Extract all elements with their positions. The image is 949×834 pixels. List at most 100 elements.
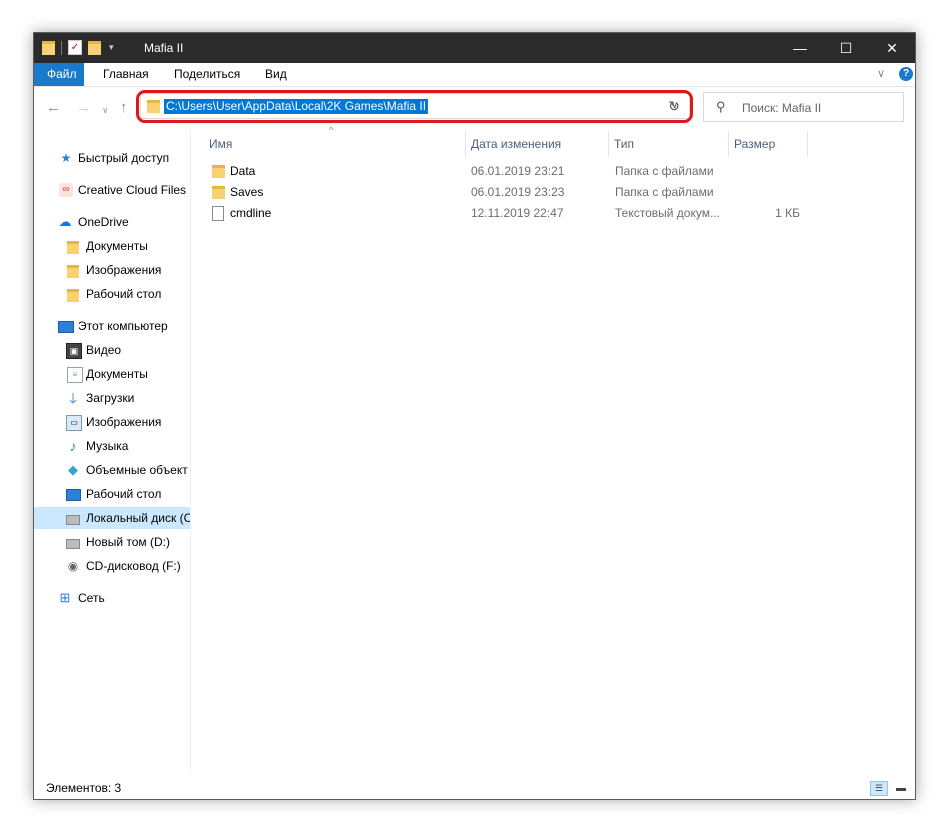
file-row-saves[interactable]: Saves 06.01.2019 23:23 Папка с файлами xyxy=(204,182,824,203)
folder-icon xyxy=(67,241,79,254)
separator xyxy=(61,40,62,55)
large-icons-view-icon[interactable]: ▬ xyxy=(892,781,910,796)
drive-icon xyxy=(66,515,80,525)
tab-view[interactable]: Вид xyxy=(253,63,299,86)
sidebar-item-onedrive-documents[interactable]: Документы xyxy=(34,235,190,257)
new-folder-icon[interactable] xyxy=(88,40,101,55)
documents-icon: ≡ xyxy=(67,367,83,383)
sidebar-item-this-pc[interactable]: Этот компьютер xyxy=(34,315,190,337)
tab-file[interactable]: Файл xyxy=(34,63,84,86)
sidebar-item-label: Видео xyxy=(86,343,122,357)
sidebar-item-network[interactable]: ⊞ Сеть xyxy=(34,587,190,609)
search-box[interactable]: ⚲ Поиск: Mafia II xyxy=(703,92,904,122)
folder-icon xyxy=(67,289,79,302)
pictures-icon: ▭ xyxy=(66,415,82,431)
sidebar-item-label: Рабочий стол xyxy=(86,487,162,501)
back-arrow-icon[interactable]: ← xyxy=(46,99,61,116)
folder-icon xyxy=(147,100,160,113)
sidebar-item-label: Локальный диск (C xyxy=(86,511,190,525)
drive-icon xyxy=(66,539,80,549)
sidebar-item-label: Рабочий стол xyxy=(86,287,162,301)
file-type: Папка с файлами xyxy=(615,185,714,199)
chevron-down-icon[interactable]: ▾ xyxy=(109,42,114,53)
sidebar-item-label: Сеть xyxy=(78,591,105,605)
sidebar-item-creative-cloud[interactable]: ∞ Creative Cloud Files xyxy=(34,179,190,201)
sidebar-item-onedrive-pictures[interactable]: Изображения xyxy=(34,259,190,281)
folder-icon[interactable] xyxy=(42,40,55,55)
sidebar-item-label: Быстрый доступ xyxy=(78,151,170,165)
download-icon: 🡓 xyxy=(69,390,77,406)
sidebar-item-volume-d[interactable]: Новый том (D:) xyxy=(34,531,190,553)
refresh-icon: ↻ xyxy=(668,98,680,114)
network-icon: ⊞ xyxy=(59,590,71,605)
sidebar-item-documents[interactable]: ≡ Документы xyxy=(34,363,190,385)
tab-home[interactable]: Главная xyxy=(91,63,161,86)
address-path[interactable]: C:\Users\User\AppData\Local\2K Games\Maf… xyxy=(164,99,429,114)
address-bar[interactable]: C:\Users\User\AppData\Local\2K Games\Maf… xyxy=(140,93,691,119)
sidebar-item-cd-drive-f[interactable]: ◉ CD-дисковод (F:) xyxy=(34,555,190,577)
up-arrow-icon[interactable]: ↑ xyxy=(120,99,128,116)
sidebar-item-label: Изображения xyxy=(86,263,162,277)
help-icon[interactable]: ? xyxy=(899,67,913,81)
sidebar-item-pictures[interactable]: ▭ Изображения xyxy=(34,411,190,433)
column-header-type[interactable]: Тип xyxy=(609,131,729,157)
music-icon: ♪ xyxy=(69,438,77,454)
forward-arrow-icon[interactable]: → xyxy=(76,99,91,116)
file-name: Data xyxy=(230,164,256,178)
cloud-icon: ☁ xyxy=(58,214,72,229)
minimize-icon: — xyxy=(793,40,807,56)
file-date: 06.01.2019 23:23 xyxy=(471,185,565,199)
folder-icon xyxy=(67,265,79,278)
sidebar-item-label: CD-дисковод (F:) xyxy=(86,559,181,573)
column-header-date[interactable]: Дата изменения xyxy=(466,131,609,157)
sidebar-item-quick-access[interactable]: ★ Быстрый доступ xyxy=(34,147,190,169)
3d-objects-icon: ◆ xyxy=(68,462,78,477)
properties-icon[interactable]: ✓ xyxy=(68,40,82,55)
sidebar-item-desktop[interactable]: Рабочий стол xyxy=(34,483,190,505)
column-header-name[interactable]: Имя xyxy=(204,131,466,157)
close-button[interactable]: ✕ xyxy=(869,33,915,63)
column-header-size[interactable]: Размер xyxy=(729,131,808,157)
computer-icon xyxy=(58,321,74,333)
file-row-cmdline[interactable]: cmdline 12.11.2019 22:47 Текстовый докум… xyxy=(204,203,824,224)
desktop-icon xyxy=(66,489,81,501)
item-count: Элементов: 3 xyxy=(46,781,122,795)
file-type: Текстовый докум... xyxy=(615,206,720,220)
search-placeholder: Поиск: Mafia II xyxy=(742,101,822,115)
sidebar-item-onedrive[interactable]: ☁ OneDrive xyxy=(34,211,190,233)
sidebar-item-label: OneDrive xyxy=(78,215,129,229)
ribbon-tabs: Файл Главная Поделиться Вид ∨ ? xyxy=(34,63,915,87)
star-icon: ★ xyxy=(60,151,72,165)
quick-access-toolbar: ✓ ▾ xyxy=(42,40,122,55)
tab-share[interactable]: Поделиться xyxy=(162,63,252,86)
details-view-icon[interactable]: ☰ xyxy=(870,781,888,796)
sidebar-item-3d-objects[interactable]: ◆ Объемные объект xyxy=(34,459,190,481)
sidebar-item-label: Изображения xyxy=(86,415,162,429)
search-icon: ⚲ xyxy=(716,99,726,114)
file-size: 1 КБ xyxy=(775,206,800,220)
close-icon: ✕ xyxy=(886,40,898,56)
sidebar-item-music[interactable]: ♪ Музыка xyxy=(34,435,190,457)
sidebar-item-videos[interactable]: ▣ Видео xyxy=(34,339,190,361)
file-name: cmdline xyxy=(230,206,272,220)
cd-drive-icon: ◉ xyxy=(67,559,79,573)
expand-ribbon-icon[interactable]: ∨ xyxy=(877,67,885,80)
file-date: 06.01.2019 23:21 xyxy=(471,164,565,178)
maximize-button[interactable]: ☐ xyxy=(823,33,869,63)
file-row-data[interactable]: Data 06.01.2019 23:21 Папка с файлами xyxy=(204,161,824,182)
folder-icon xyxy=(212,186,225,199)
video-icon: ▣ xyxy=(66,343,82,359)
sidebar-item-local-disk-c[interactable]: Локальный диск (C xyxy=(34,507,190,529)
sidebar-item-label: Документы xyxy=(86,367,148,381)
sidebar-item-label: Музыка xyxy=(86,439,129,453)
file-type: Папка с файлами xyxy=(615,164,714,178)
navigation-pane: ★ Быстрый доступ ∞ Creative Cloud Files … xyxy=(34,129,191,774)
text-file-icon xyxy=(212,206,224,221)
sidebar-item-label: Загрузки xyxy=(86,391,135,405)
sidebar-item-downloads[interactable]: 🡓 Загрузки xyxy=(34,387,190,409)
sidebar-item-onedrive-desktop[interactable]: Рабочий стол xyxy=(34,283,190,305)
recent-locations-chevron-icon[interactable]: ∨ xyxy=(102,105,109,116)
minimize-button[interactable]: — xyxy=(777,33,823,63)
refresh-button[interactable]: ↻ xyxy=(659,93,690,119)
sidebar-item-label: Этот компьютер xyxy=(78,319,168,333)
